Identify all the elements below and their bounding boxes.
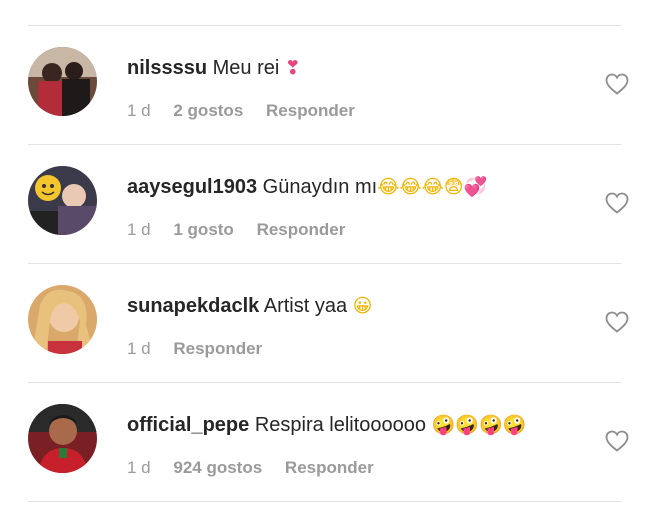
comment-username[interactable]: sunapekdaclk [127,295,259,317]
avatar[interactable] [28,285,97,354]
comment-username[interactable]: aaysegul1903 [127,176,257,198]
comment-text: Meu rei [212,57,280,79]
comment-emoji: 😀 [352,295,373,317]
comment-likes[interactable]: 2 gostos [173,101,243,120]
comment-time: 1 d [127,339,151,358]
comment-likes[interactable]: 1 gosto [173,220,233,239]
comment-time: 1 d [127,101,151,120]
comment-text-line: sunapekdaclk Artist yaa 😀 [127,293,372,319]
avatar-image [28,285,97,354]
comment-emoji: 🤪🤪🤪🤪 [431,414,527,436]
comment-text-line: official_pepe Respira lelitoooooo 🤪🤪🤪🤪 [127,412,526,438]
avatar[interactable] [28,166,97,235]
comment-meta: 1 d 2 gostos Responder [127,100,373,122]
reply-button[interactable]: Responder [285,458,374,477]
avatar[interactable] [28,47,97,116]
comment-username[interactable]: nilssssu [127,57,207,79]
comment-time: 1 d [127,220,151,239]
avatar-image [28,404,97,473]
comment-text-line: aaysegul1903 Günaydın mı😂😂😂😨💞 [127,174,487,200]
comment-text-line: nilssssu Meu rei ❣ [127,55,301,81]
comment-item: official_pepe Respira lelitoooooo 🤪🤪🤪🤪 1… [0,383,649,501]
reply-button[interactable]: Responder [257,220,346,239]
comment-likes[interactable]: 924 gostos [173,458,262,477]
heart-outline-icon[interactable] [605,311,629,333]
comment-emoji: ❣ [284,57,301,79]
comment-emoji: 😂😂😂😨 [377,176,464,198]
comment-meta: 1 d 1 gosto Responder [127,219,363,241]
reply-button[interactable]: Responder [266,101,355,120]
divider [28,501,621,502]
comment-text: Respira lelitoooooo [254,414,427,436]
comment-emoji: 💞 [463,176,488,198]
avatar[interactable] [28,404,97,473]
heart-outline-icon[interactable] [605,192,629,214]
comment-username[interactable]: official_pepe [127,414,249,436]
comment-time: 1 d [127,458,151,477]
heart-outline-icon[interactable] [605,430,629,452]
reply-button[interactable]: Responder [173,339,262,358]
comment-text: Günaydın mı [262,176,378,198]
comment-meta: 1 d 924 gostos Responder [127,457,392,479]
heart-outline-icon[interactable] [605,73,629,95]
avatar-image [28,47,97,116]
comment-item: sunapekdaclk Artist yaa 😀 1 d Responder [0,264,649,382]
avatar-image [28,166,97,235]
comment-item: aaysegul1903 Günaydın mı😂😂😂😨💞 1 d 1 gost… [0,145,649,263]
comment-meta: 1 d Responder [127,338,280,360]
comment-item: nilssssu Meu rei ❣ 1 d 2 gostos Responde… [0,26,649,144]
comment-text: Artist yaa [263,295,348,317]
